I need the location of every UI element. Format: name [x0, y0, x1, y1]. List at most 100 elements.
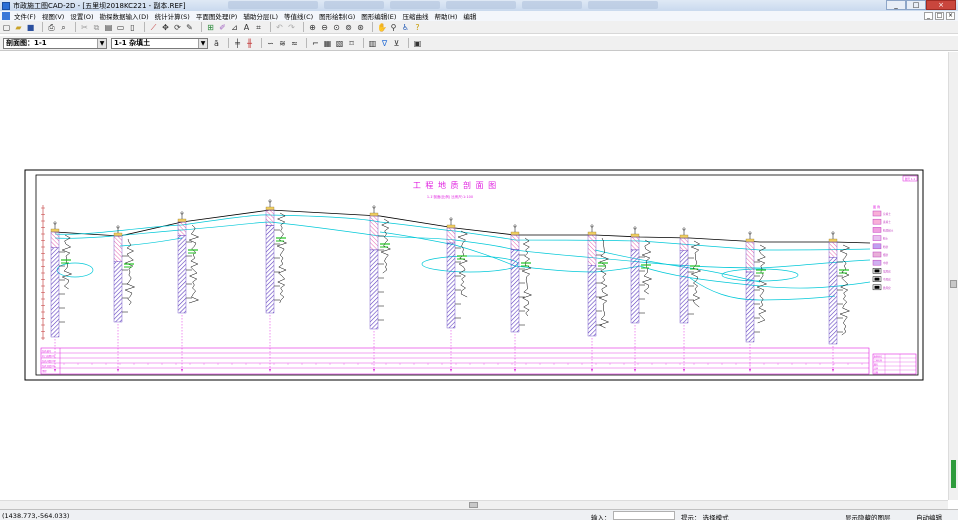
sample-icon[interactable]: ⊻	[392, 39, 401, 48]
chevron-down-icon: ▼	[97, 38, 106, 48]
borehole	[630, 226, 653, 372]
borehole	[113, 225, 136, 372]
vertical-scroll-thumb[interactable]	[950, 280, 957, 288]
section-icon[interactable]: ⌗	[254, 23, 263, 32]
layer-select[interactable]: 1-1 杂填土 ▼	[111, 37, 208, 49]
hidden-layer-toggle[interactable]: 显示隐藏的图层	[845, 512, 891, 520]
measure-icon[interactable]: ⊿	[230, 23, 239, 32]
window-icon[interactable]: ▭	[116, 23, 125, 32]
svg-text:图名: 图名	[874, 363, 878, 367]
help-icon[interactable]: ?	[413, 23, 422, 32]
legend-label: 粉砂	[883, 245, 889, 249]
zoom-window-icon[interactable]: ⊙	[332, 23, 341, 32]
drawing-canvas[interactable]: 工 程 地 质 剖 面 图 1-1'剖面(比例) 比例尺:1:100 图号 1-…	[0, 52, 948, 500]
mdi-close-button[interactable]: ×	[946, 12, 955, 20]
column-icon[interactable]: ▥	[368, 39, 377, 48]
accessibility-icon[interactable]: ♿	[401, 23, 410, 32]
table-icon[interactable]: ▣	[413, 39, 422, 48]
command-input[interactable]	[613, 511, 675, 520]
borehole-lower-layer	[50, 247, 60, 338]
borehole-cap	[630, 233, 640, 238]
new-file-icon[interactable]: ▢	[2, 23, 11, 32]
menu-statistics[interactable]: 统计计算(S)	[155, 11, 190, 21]
fill-icon[interactable]: ▦	[323, 39, 332, 48]
water-level-icon[interactable]: ∇	[380, 39, 389, 48]
label-icon[interactable]: ⌑	[347, 39, 356, 48]
open-folder-icon[interactable]: ▰	[14, 23, 23, 32]
legend-swatch	[872, 210, 882, 217]
menu-edit[interactable]: 编辑	[463, 11, 476, 21]
paste-icon[interactable]: ▤	[104, 23, 113, 32]
input-label: 输入：	[591, 514, 611, 520]
borehole	[369, 205, 392, 372]
legend-swatch	[872, 259, 882, 266]
borehole-upper-layer	[113, 235, 123, 262]
cone-curve	[188, 224, 200, 304]
green-indicator	[951, 460, 956, 488]
insert-col-icon[interactable]: ╫	[245, 39, 254, 48]
menu-view[interactable]: 视图(V)	[42, 11, 65, 21]
menu-file[interactable]: 文件(F)	[14, 11, 36, 21]
borehole-lower-layer	[630, 249, 640, 324]
menu-edit-graphics[interactable]: 图形编辑(E)	[361, 11, 396, 21]
menu-layering[interactable]: 辅助分层(L)	[243, 11, 278, 21]
close-button[interactable]: ×	[926, 0, 956, 10]
layer-select-value: 1-1 杂填土	[114, 39, 151, 47]
mdi-minimize-button[interactable]: _	[924, 12, 933, 20]
cursor-coordinates: (1438.773,-564.033)	[2, 512, 70, 520]
borehole-cap	[50, 228, 60, 233]
borehole-lower-layer	[587, 265, 597, 337]
menu-contour[interactable]: 等值线(C)	[284, 11, 313, 21]
legend-swatch	[872, 218, 882, 225]
line-icon[interactable]: ⟋	[149, 23, 158, 32]
zoom-extents-icon[interactable]: ⊚	[344, 23, 353, 32]
menu-compression[interactable]: 压缩曲线	[402, 11, 428, 21]
menu-draw[interactable]: 图形绘制(G)	[319, 11, 355, 21]
pan-icon[interactable]: ✋	[377, 23, 387, 32]
stratum-edit-icon[interactable]: ≈	[290, 39, 299, 48]
brush-icon[interactable]: ✐	[218, 23, 227, 32]
borehole-upper-layer	[369, 215, 379, 251]
insert-row-icon[interactable]: ╪	[233, 39, 242, 48]
stratum-icon[interactable]: ≋	[278, 39, 287, 48]
menu-data-input[interactable]: 勘探数据输入(D)	[100, 11, 149, 21]
maximize-button[interactable]: □	[906, 0, 926, 10]
horizontal-scrollbar[interactable]	[0, 500, 948, 509]
borehole-icon[interactable]: ⊞	[206, 23, 215, 32]
zoom-previous-icon[interactable]: ⊛	[356, 23, 365, 32]
undo-icon[interactable]: ↶	[275, 23, 284, 32]
zoom-out-icon[interactable]: ⊖	[320, 23, 329, 32]
curve-icon[interactable]: ∽	[266, 39, 275, 48]
borehole-lower-layer	[679, 250, 689, 324]
print-preview-icon[interactable]: ⌕	[59, 23, 68, 32]
menu-help[interactable]: 帮助(H)	[434, 11, 457, 21]
horizontal-scroll-thumb[interactable]	[469, 502, 478, 508]
section-select[interactable]: 剖面图：1-1 ▼	[3, 37, 107, 49]
borehole-cap	[369, 212, 379, 217]
menu-settings[interactable]: 设置(O)	[70, 11, 93, 21]
hatch-icon[interactable]: ▧	[335, 39, 344, 48]
auto-edit-toggle[interactable]: 自动编辑	[916, 512, 942, 520]
text-tool-icon[interactable]: ā	[212, 39, 221, 48]
boundary-icon[interactable]: ⌐	[311, 39, 320, 48]
minimize-button[interactable]: _	[886, 0, 906, 10]
zoom-in-icon[interactable]: ⊕	[308, 23, 317, 32]
pen-icon[interactable]: ✎	[185, 23, 194, 32]
rotate-icon[interactable]: ⟳	[173, 23, 182, 32]
save-icon[interactable]: ■	[26, 23, 35, 32]
copy-icon[interactable]: ⧉	[92, 23, 101, 32]
move-icon[interactable]: ✥	[161, 23, 170, 32]
text-a-icon[interactable]: A	[242, 23, 251, 32]
query-icon[interactable]: ⚲	[389, 23, 398, 32]
vertical-scrollbar[interactable]	[948, 52, 958, 500]
rectangle-icon[interactable]: ▯	[128, 23, 137, 32]
cut-icon[interactable]: ✂	[80, 23, 89, 32]
borehole-upper-layer	[679, 237, 689, 251]
print-icon[interactable]: ⎙	[47, 23, 56, 32]
borehole-lower-layer	[446, 242, 456, 329]
menu-plan[interactable]: 平面图处理(P)	[196, 11, 238, 21]
redo-icon[interactable]: ↷	[287, 23, 296, 32]
svg-text:孔口高程(m): 孔口高程(m)	[42, 354, 55, 358]
mdi-restore-button[interactable]: □	[935, 12, 944, 20]
borehole-cap	[177, 218, 187, 223]
